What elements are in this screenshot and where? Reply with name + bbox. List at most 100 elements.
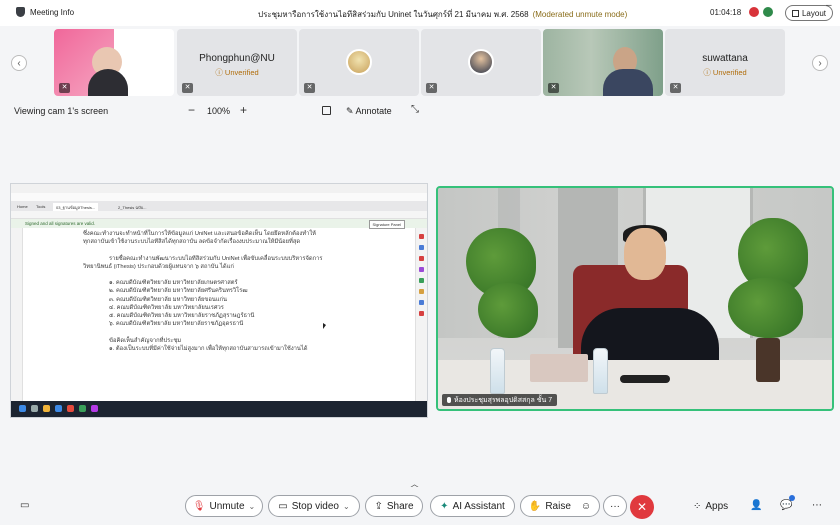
captions-icon[interactable]: ▭ bbox=[20, 500, 29, 511]
document-line: ๔. คณบดีบัณฑิตวิทยาลัย มหาวิทยาลัยนเรศวร bbox=[109, 304, 224, 311]
zoom-level: 100% bbox=[207, 106, 231, 116]
pop-out-icon[interactable] bbox=[322, 106, 331, 115]
leave-meeting-button[interactable]: ✕ bbox=[630, 495, 654, 519]
participant-status-6: ⓘ Unverified bbox=[703, 68, 747, 77]
meeting-timer: 01:04:18 bbox=[710, 8, 742, 17]
meeting-info-label: Meeting Info bbox=[30, 7, 75, 17]
shared-tab: 2_Thesis ฉบับ... bbox=[118, 205, 147, 210]
document-line: ข้อคิดเห็นสำคัญจากที่ประชุม bbox=[109, 337, 182, 344]
strip-next-button[interactable]: › bbox=[812, 55, 828, 71]
camera-name-text: ห้องประชุมสุรพลอุปดิสสกุล ชั้น 7 bbox=[454, 396, 553, 404]
chevron-down-icon[interactable]: ⌄ bbox=[249, 502, 256, 511]
plant-left-lower bbox=[478, 283, 538, 338]
mouse-cursor-icon bbox=[323, 323, 326, 329]
fullscreen-icon[interactable]: ⤡ bbox=[411, 104, 419, 115]
document-line: ทุกสถาบันเข้าใช้งานระบบไอทีสิสได้ทุกสถาบ… bbox=[83, 239, 301, 246]
raise-hand-button[interactable]: ✋ Raise ☺ bbox=[520, 495, 600, 517]
participant-tile-2[interactable]: Phongphun@NU ⓘ Unverified ✕ bbox=[177, 29, 297, 96]
mic-off-icon: 🎙 bbox=[192, 500, 206, 512]
water-bottle bbox=[593, 348, 608, 394]
signature-notice: Signed and all signatures are valid. bbox=[11, 219, 427, 228]
share-button[interactable]: ⇪ Share bbox=[365, 495, 423, 517]
avatar bbox=[468, 49, 494, 75]
chat-icon[interactable]: 💬 bbox=[780, 500, 792, 511]
shared-tab: Tools bbox=[36, 204, 46, 209]
stop-video-button[interactable]: ▭ Stop video ⌄ bbox=[268, 495, 360, 517]
participant-tile-5[interactable]: ✕ bbox=[543, 29, 663, 96]
viewing-label: Viewing cam 1's screen bbox=[14, 106, 109, 116]
recording-indicator-icon[interactable] bbox=[749, 7, 759, 17]
share-icon: ⇪ bbox=[374, 500, 383, 512]
participant-body bbox=[603, 69, 653, 96]
participant-tile-6[interactable]: suwattana ⓘ Unverified ✕ bbox=[665, 29, 785, 96]
chat-notification-badge bbox=[789, 495, 795, 501]
zoom-in-button[interactable]: + bbox=[240, 103, 247, 117]
participant-name-6: suwattana bbox=[702, 53, 748, 64]
mic-muted-icon: ✕ bbox=[304, 83, 315, 93]
grid-icon bbox=[791, 9, 799, 17]
emoji-icon[interactable]: ☺ bbox=[581, 501, 591, 512]
shared-window-titlebar bbox=[11, 184, 427, 193]
document-line bbox=[71, 271, 371, 279]
tissue-box bbox=[530, 354, 588, 382]
ai-assistant-button[interactable]: ✦ AI Assistant bbox=[430, 495, 515, 517]
shared-screen[interactable]: Home Tools 03_ฐานข้อมูลThesis... 2_Thesi… bbox=[10, 183, 428, 418]
pen-icon: ✎ bbox=[346, 106, 356, 116]
warning-icon: ⓘ bbox=[703, 68, 713, 77]
meeting-mode: (Moderated unmute mode) bbox=[532, 10, 628, 19]
shared-toolbar bbox=[11, 211, 427, 219]
document-line: ๕. คณบดีบัณฑิตวิทยาลัย มหาวิทยาลัยราชภัฏ… bbox=[109, 313, 255, 319]
document-line: รายชื่อคณะทำงานพัฒนาระบบไอทีสิสร่วมกับ U… bbox=[109, 255, 323, 262]
shared-tab: 03_ฐานข้อมูลThesis... bbox=[53, 203, 99, 211]
ai-assistant-icon: ✦ bbox=[440, 500, 449, 512]
annotate-button[interactable]: ✎ Annotate bbox=[346, 106, 392, 117]
speaker-head bbox=[624, 228, 666, 280]
participant-name-2: Phongphun@NU bbox=[199, 53, 275, 64]
signature-panel-button: Signature Panel bbox=[368, 220, 405, 229]
water-bottle bbox=[490, 348, 505, 394]
document-line: วิทยานิพนธ์ (iThesis) ประกอบด้วยผู้แทนจา… bbox=[83, 263, 234, 270]
video-camera-icon: ▭ bbox=[278, 500, 288, 512]
apps-button[interactable]: ⁘ Apps bbox=[693, 501, 728, 512]
participant-tile-4[interactable]: ✕ bbox=[421, 29, 541, 96]
zoom-out-button[interactable]: − bbox=[188, 103, 195, 117]
unmute-button[interactable]: 🎙 Unmute ⌄ bbox=[185, 495, 263, 517]
avatar bbox=[346, 49, 372, 75]
bottom-toolbar: ▭ 🎙 Unmute ⌄ ▭ Stop video ⌄ ⇪ Share ✦ AI… bbox=[0, 487, 840, 525]
document-line: ซึ่งคณะทำงานจะทำหน้าที่ในการให้ข้อมูลแก่… bbox=[83, 231, 316, 237]
top-bar: Meeting Info ประชุมหารือการใช้งานไอทีสิส… bbox=[0, 0, 840, 26]
document-line: ๑. ต้องเป็นระบบที่มีค่าใช้จ่ายไม่สูงมาก … bbox=[109, 345, 308, 352]
strip-prev-button[interactable]: ‹ bbox=[11, 55, 27, 71]
participant-tile-3[interactable]: ✕ bbox=[299, 29, 419, 96]
document-line: ๒. คณบดีบัณฑิตวิทยาลัย มหาวิทยาลัยศรีนคร… bbox=[109, 288, 248, 295]
document-line bbox=[71, 328, 371, 336]
apps-icon: ⁘ bbox=[693, 501, 702, 512]
microphone-icon bbox=[447, 397, 451, 403]
camera-name-label: ห้องประชุมสุรพลอุปดิสสกุล ชั้น 7 bbox=[442, 394, 558, 406]
mic-muted-icon: ✕ bbox=[59, 83, 70, 93]
document-line: ๖. คณบดีบัณฑิตวิทยาลัย มหาวิทยาลัยราชภัฏ… bbox=[109, 321, 244, 328]
warning-icon: ⓘ bbox=[215, 68, 225, 77]
mic-muted-icon: ✕ bbox=[426, 83, 437, 93]
participant-tile-1[interactable]: ✕ bbox=[54, 29, 174, 96]
layout-label: Layout bbox=[801, 8, 827, 18]
participants-icon[interactable]: 👤 bbox=[750, 500, 762, 511]
chevron-down-icon[interactable]: ⌄ bbox=[343, 502, 350, 511]
shared-tab-bar: Home Tools 03_ฐานข้อมูลThesis... 2_Thesi… bbox=[11, 201, 427, 211]
shared-left-panel bbox=[11, 228, 23, 403]
meeting-title-text: ประชุมหารือการใช้งานไอทีสิสร่วมกับ Unine… bbox=[258, 10, 529, 19]
meeting-info-button[interactable]: Meeting Info bbox=[16, 7, 74, 17]
security-indicator-icon[interactable] bbox=[763, 7, 773, 17]
shared-right-panel bbox=[415, 228, 427, 403]
minimize-icon[interactable]: – bbox=[826, 0, 832, 11]
microphone bbox=[620, 375, 670, 383]
shared-taskbar bbox=[11, 401, 427, 417]
hand-icon: ✋ bbox=[528, 500, 542, 512]
more-options-button[interactable]: ··· bbox=[603, 495, 627, 517]
meeting-title: ประชุมหารือการใช้งานไอทีสิสร่วมกับ Unine… bbox=[258, 8, 627, 21]
plant-right-lower bbox=[728, 278, 803, 338]
mic-muted-icon: ✕ bbox=[548, 83, 559, 93]
camera-feed[interactable]: ห้องประชุมสุรพลอุปดิสสกุล ชั้น 7 bbox=[436, 186, 834, 411]
more-icon[interactable]: ⋯ bbox=[812, 500, 822, 511]
participant-status-2: ⓘ Unverified bbox=[215, 68, 259, 77]
